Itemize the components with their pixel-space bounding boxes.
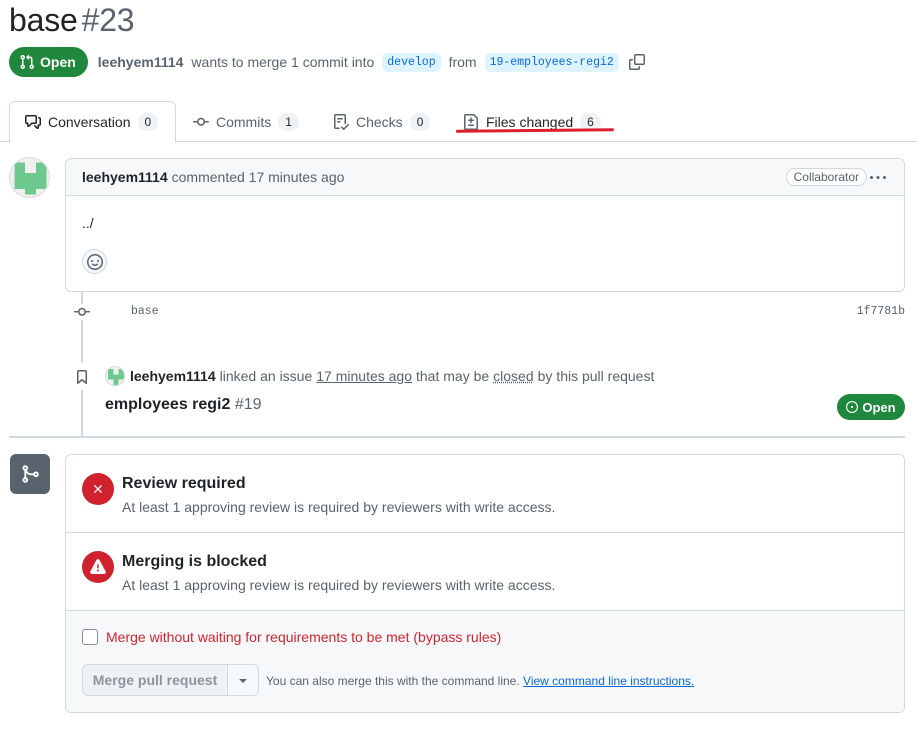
review-required-subtitle: At least 1 approving review is required … [122, 499, 556, 515]
copy-icon[interactable] [628, 54, 645, 70]
merge-box: Review required At least 1 approving rev… [65, 454, 905, 713]
git-merge-icon [10, 454, 50, 494]
event-text-1: linked an issue [219, 368, 313, 384]
commit-sha[interactable]: 1f7781b [857, 305, 905, 318]
checklist-icon [334, 113, 349, 130]
tab-files-changed-label: Files changed [486, 113, 574, 130]
git-pull-request-icon [20, 54, 35, 70]
merge-actions-section: Merge without waiting for requirements t… [66, 611, 904, 712]
linked-issue-title[interactable]: employees regi2 #19 [105, 396, 262, 414]
event-closed-word: closed [493, 368, 534, 384]
comment-action: commented 17 minutes ago [171, 169, 345, 185]
pr-meta-row: Open leehyem1114 wants to merge 1 commit… [9, 47, 645, 77]
event-text-2: that may be [416, 368, 490, 384]
tab-conversation-count: 0 [137, 113, 159, 131]
comment-header: leehyem1114 commented 17 minutes ago [66, 159, 904, 196]
tab-conversation[interactable]: Conversation 0 [9, 101, 176, 143]
commit-message[interactable]: base [131, 305, 159, 318]
pr-from-text: from [448, 54, 477, 70]
commit-row: base 1f7781b [66, 303, 905, 321]
bookmark-icon [67, 363, 97, 390]
event-text-3: by this pull request [537, 368, 655, 384]
pr-number: #23 [81, 2, 135, 38]
event-author[interactable]: leehyem1114 [130, 368, 216, 384]
kebab-menu-icon[interactable] [870, 170, 886, 189]
tab-checks[interactable]: Checks 0 [333, 101, 431, 142]
linked-issue-event: leehyem1114 linked an issue 17 minutes a… [105, 366, 654, 386]
head-branch[interactable]: 19-employees-regi2 [484, 52, 619, 72]
event-time[interactable]: 17 minutes ago [316, 368, 412, 384]
comment-body: ../ [82, 215, 94, 231]
file-diff-icon [464, 113, 478, 130]
merge-button-group: Merge pull request [82, 664, 259, 696]
alert-icon [82, 551, 114, 583]
tab-conversation-label: Conversation [48, 114, 131, 130]
identicon-icon [106, 367, 124, 385]
timeline-divider [9, 436, 905, 438]
pr-state-label: Open [40, 54, 76, 70]
avatar[interactable] [9, 157, 50, 198]
tab-files-changed[interactable]: Files changed 6 [463, 101, 601, 142]
issue-number: #19 [234, 396, 262, 413]
merging-blocked-title: Merging is blocked [122, 553, 267, 570]
smiley-icon [86, 253, 103, 270]
pr-merge-text: wants to merge 1 commit into [191, 54, 375, 70]
tab-commits[interactable]: Commits 1 [193, 101, 299, 142]
tab-checks-count: 0 [409, 112, 431, 131]
git-commit-icon [193, 117, 209, 126]
merge-pull-request-button[interactable]: Merge pull request [82, 664, 228, 696]
tab-checks-label: Checks [356, 113, 403, 130]
identicon-icon [10, 158, 49, 197]
add-reaction-button[interactable] [82, 249, 107, 274]
review-required-title: Review required [122, 475, 246, 492]
base-branch[interactable]: develop [382, 52, 441, 72]
issue-state-badge: Open [837, 394, 905, 420]
cli-note-text: You can also merge this with the command… [266, 674, 520, 688]
bypass-rules-checkbox[interactable] [82, 629, 98, 645]
issue-title-text: employees regi2 [105, 396, 231, 413]
pr-state-badge: Open [9, 47, 88, 77]
pr-author-link[interactable]: leehyem1114 [98, 54, 184, 70]
cli-instructions-link[interactable]: View command line instructions. [523, 674, 694, 688]
issue-opened-icon [846, 401, 859, 413]
avatar[interactable] [105, 366, 125, 386]
cli-note: You can also merge this with the command… [266, 674, 694, 688]
issue-state-label: Open [862, 399, 896, 415]
merging-blocked-section: Merging is blocked At least 1 approving … [66, 533, 904, 611]
git-commit-icon [74, 304, 90, 320]
comment-author[interactable]: leehyem1114 [82, 169, 168, 185]
tab-commits-label: Commits [216, 113, 272, 130]
bypass-rules-label: Merge without waiting for requirements t… [106, 629, 502, 645]
comment-card: leehyem1114 commented 17 minutes ago Col… [65, 158, 905, 292]
role-badge: Collaborator [785, 168, 867, 186]
pr-tabs: Conversation 0 Commits 1 Checks 0 Files … [0, 101, 917, 143]
pr-title-text: base [9, 2, 78, 38]
triangle-down-icon [239, 679, 247, 683]
bypass-rules-option[interactable]: Merge without waiting for requirements t… [82, 629, 501, 645]
x-circle-icon [82, 473, 114, 505]
merging-blocked-subtitle: At least 1 approving review is required … [122, 577, 556, 593]
tab-commits-count: 1 [278, 112, 299, 131]
review-required-section: Review required At least 1 approving rev… [66, 455, 904, 533]
merge-options-dropdown[interactable] [228, 664, 259, 696]
pr-title: base #23 [9, 2, 135, 39]
comment-discussion-icon [25, 115, 41, 129]
